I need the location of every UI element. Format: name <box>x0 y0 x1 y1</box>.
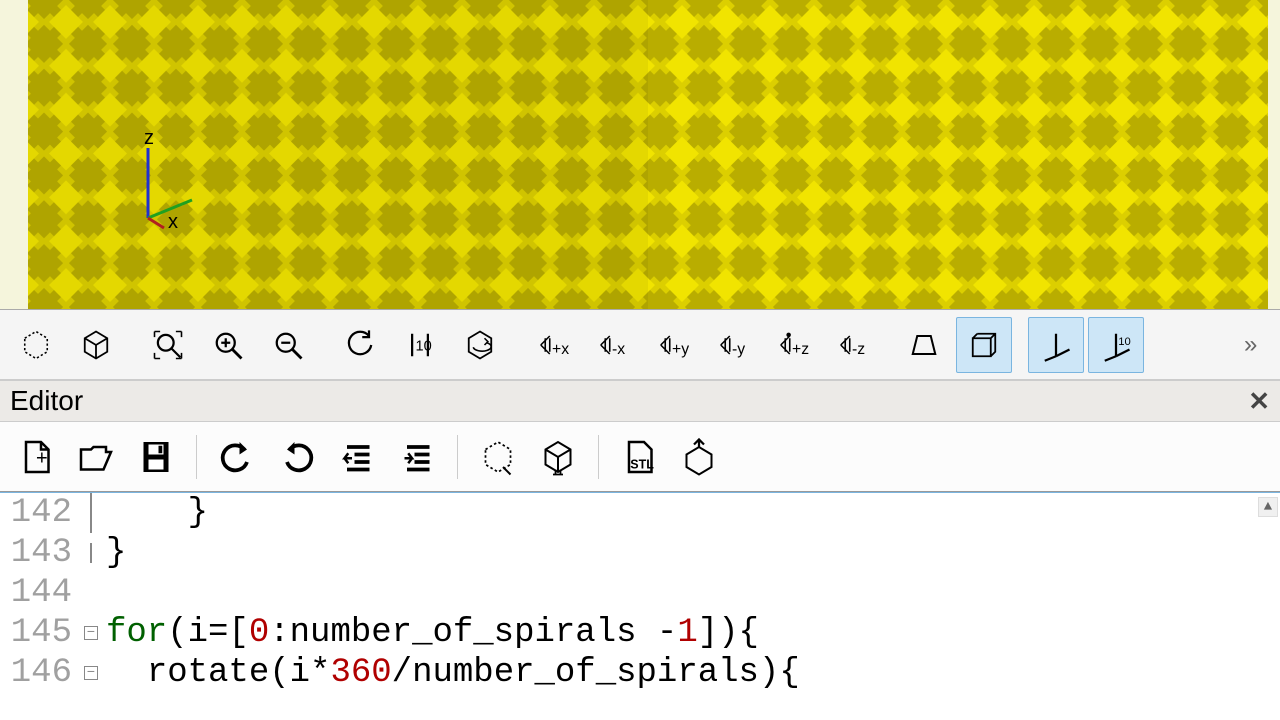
fold-marker <box>80 493 102 533</box>
view-minus-x-button[interactable]: -x <box>584 317 640 373</box>
fold-marker[interactable]: − <box>80 626 102 640</box>
new-file-button[interactable]: + <box>8 429 64 485</box>
render-button[interactable] <box>68 317 124 373</box>
editor-preview-button[interactable] <box>470 429 526 485</box>
code-line[interactable]: 146− rotate(i*360/number_of_spirals){ <box>0 653 1280 693</box>
code-text[interactable]: for(i=[0:number_of_spirals -1]){ <box>102 614 759 652</box>
open-file-button[interactable] <box>68 429 124 485</box>
svg-text:STL: STL <box>630 457 654 471</box>
code-line[interactable]: 143} <box>0 533 1280 573</box>
svg-text:+y: +y <box>672 341 689 358</box>
perspective-button[interactable] <box>896 317 952 373</box>
view-plus-z-button[interactable]: +z <box>764 317 820 373</box>
line-number: 142 <box>0 494 80 532</box>
code-text[interactable]: rotate(i*360/number_of_spirals){ <box>102 654 800 692</box>
code-editor[interactable]: 142 }143}144145−for(i=[0:number_of_spira… <box>0 492 1280 720</box>
fold-marker[interactable]: − <box>80 666 102 680</box>
svg-text:-z: -z <box>852 341 865 358</box>
view-plus-y-button[interactable]: +y <box>644 317 700 373</box>
view-minus-z-button[interactable]: -z <box>824 317 880 373</box>
scroll-up-button[interactable]: ▲ <box>1258 497 1278 517</box>
editor-panel-header: Editor ✕ <box>0 380 1280 422</box>
line-number: 144 <box>0 574 80 612</box>
svg-text:-y: -y <box>732 341 745 358</box>
toolbar-overflow-button[interactable]: » <box>1244 331 1272 359</box>
zoom-in-button[interactable] <box>200 317 256 373</box>
svg-text:10: 10 <box>1118 336 1131 348</box>
svg-text:-x: -x <box>612 341 625 358</box>
save-file-button[interactable] <box>128 429 184 485</box>
fold-collapse-icon[interactable]: − <box>84 626 98 640</box>
preview-button[interactable] <box>8 317 64 373</box>
code-text[interactable]: } <box>102 494 208 532</box>
orthogonal-button[interactable] <box>956 317 1012 373</box>
line-number: 146 <box>0 654 80 692</box>
fold-collapse-icon[interactable]: − <box>84 666 98 680</box>
line-number: 143 <box>0 534 80 572</box>
editor-toolbar: + STL <box>0 422 1280 492</box>
view-align-button[interactable]: 10 <box>392 317 448 373</box>
scale-axes-button[interactable]: 10 <box>1088 317 1144 373</box>
editor-panel-close-button[interactable]: ✕ <box>1248 386 1270 417</box>
view-plus-x-button[interactable]: +x <box>524 317 580 373</box>
code-line[interactable]: 145−for(i=[0:number_of_spirals -1]){ <box>0 613 1280 653</box>
fold-marker <box>80 543 102 563</box>
undo-button[interactable] <box>209 429 265 485</box>
zoom-fit-button[interactable] <box>140 317 196 373</box>
editor-render-button[interactable] <box>530 429 586 485</box>
indent-button[interactable] <box>389 429 445 485</box>
view-minus-y-button[interactable]: -y <box>704 317 760 373</box>
export-stl-button[interactable]: STL <box>611 429 667 485</box>
svg-text:10: 10 <box>416 338 432 354</box>
3d-viewport[interactable]: z x <box>0 0 1280 310</box>
viewport-toolbar: 10 +x -x +y -y +z -z 10 » <box>0 310 1280 380</box>
reset-rotation-button[interactable] <box>332 317 388 373</box>
code-line[interactable]: 142 } <box>0 493 1280 533</box>
unindent-button[interactable] <box>329 429 385 485</box>
redo-button[interactable] <box>269 429 325 485</box>
show-axes-button[interactable] <box>1028 317 1084 373</box>
svg-text:+x: +x <box>552 341 569 358</box>
svg-text:+z: +z <box>792 341 809 358</box>
svg-text:+: + <box>36 447 48 469</box>
zoom-out-button[interactable] <box>260 317 316 373</box>
send-to-printer-button[interactable] <box>671 429 727 485</box>
code-text[interactable]: } <box>102 534 126 572</box>
code-line[interactable]: 144 <box>0 573 1280 613</box>
editor-panel-title: Editor <box>10 385 83 417</box>
line-number: 145 <box>0 614 80 652</box>
view-diagonal-button[interactable] <box>452 317 508 373</box>
